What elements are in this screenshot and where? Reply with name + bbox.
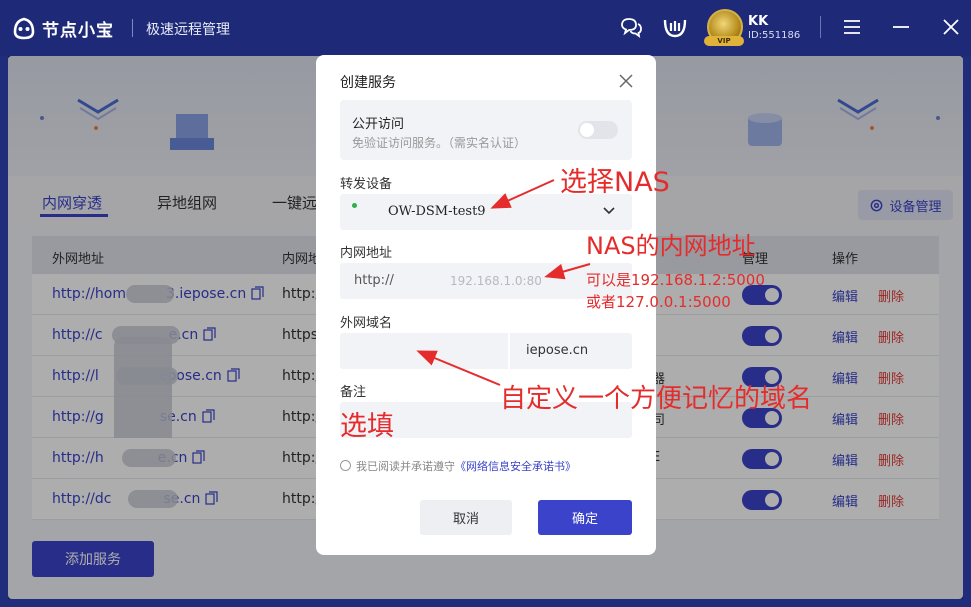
- user-name: KK: [748, 14, 769, 29]
- public-access-label: 公开访问: [352, 117, 405, 132]
- minimize-icon[interactable]: [888, 14, 914, 40]
- dialog-title: 创建服务: [340, 75, 396, 91]
- online-status-dot: [352, 203, 357, 208]
- confirm-button[interactable]: 确定: [538, 500, 632, 535]
- annotation-optional: 选填: [340, 411, 394, 442]
- annotation-nas-address: NAS的内网地址: [586, 232, 756, 260]
- chevron-down-icon: [603, 207, 615, 215]
- user-id: ID:551186: [748, 30, 801, 41]
- brand-icon[interactable]: [662, 14, 688, 40]
- device-value: OW-DSM-test9: [388, 204, 486, 219]
- cancel-button[interactable]: 取消: [420, 500, 512, 535]
- agree-radio[interactable]: [340, 460, 351, 471]
- app-name: 节点小宝: [42, 21, 114, 41]
- annotation-example-2: 或者127.0.0.1:5000: [586, 293, 731, 311]
- annotation-choose-nas: 选择NAS: [560, 167, 670, 198]
- chat-icon[interactable]: [618, 14, 644, 40]
- app-logo-icon: [13, 17, 35, 40]
- protocol-prefix[interactable]: http://: [354, 273, 394, 288]
- agreement[interactable]: 我已阅读并承诺遵守《网络信息安全承诺书》: [340, 458, 576, 474]
- public-access-desc: 免验证访问服务。（需实名认证）: [352, 136, 527, 150]
- title-divider: [820, 16, 821, 38]
- domain-suffix: iepose.cn: [510, 333, 632, 369]
- close-window-icon[interactable]: [938, 14, 964, 40]
- internal-address-label: 内网地址: [340, 246, 393, 261]
- device-label: 转发设备: [340, 177, 393, 192]
- public-access-box: 公开访问 免验证访问服务。（需实名认证）: [340, 100, 632, 160]
- note-label: 备注: [340, 385, 367, 400]
- annotation-example-1: 可以是192.168.1.2:5000: [586, 271, 765, 289]
- menu-icon[interactable]: [839, 14, 865, 40]
- public-access-toggle[interactable]: [578, 121, 618, 139]
- domain-input[interactable]: [340, 333, 508, 369]
- title-bar: 节点小宝 极速远程管理 VIP KK ID:551186: [0, 0, 971, 56]
- device-select[interactable]: OW-DSM-test9: [340, 194, 632, 230]
- domain-label: 外网域名: [340, 316, 393, 331]
- title-separator: [132, 19, 133, 37]
- close-icon[interactable]: [618, 73, 634, 89]
- annotation-custom-domain: 自定义一个方便记忆的域名: [500, 384, 813, 414]
- agree-text: 我已阅读并承诺遵守: [356, 460, 455, 473]
- agreement-link[interactable]: 《网络信息安全承诺书》: [455, 460, 576, 473]
- ip-placeholder: 192.168.1.0:80: [450, 274, 542, 288]
- vip-badge: VIP: [704, 36, 744, 46]
- app-subtitle: 极速远程管理: [146, 22, 230, 38]
